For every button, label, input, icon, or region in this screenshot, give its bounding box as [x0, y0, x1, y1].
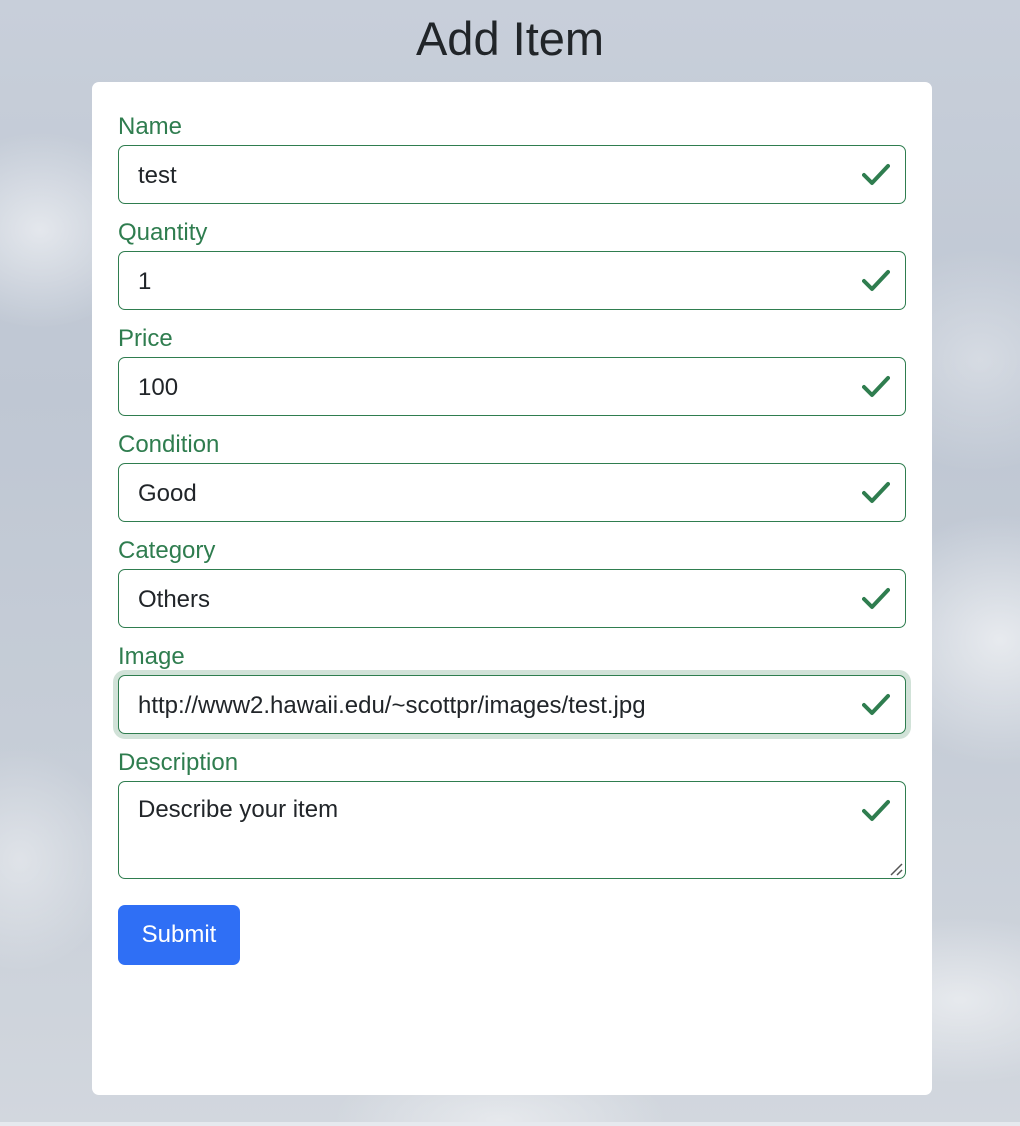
- name-input[interactable]: test: [118, 145, 906, 204]
- price-input-value: 100: [138, 374, 179, 401]
- quantity-label: Quantity: [118, 219, 208, 246]
- check-icon: [862, 376, 890, 397]
- add-item-form-card: Name test Quantity 1 Price 100 Condition…: [92, 82, 932, 1095]
- bottom-edge: [0, 1122, 1020, 1126]
- price-input[interactable]: 100: [118, 357, 906, 416]
- quantity-field-group: Quantity 1: [118, 218, 906, 310]
- image-label: Image: [118, 643, 185, 670]
- name-input-value: test: [138, 162, 177, 189]
- price-label: Price: [118, 325, 173, 352]
- category-field-group: Category Others: [118, 536, 906, 628]
- category-select[interactable]: Others: [118, 569, 906, 628]
- submit-button[interactable]: Submit: [118, 905, 240, 965]
- check-icon: [862, 482, 890, 503]
- page-title: Add Item: [415, 12, 605, 65]
- condition-field-group: Condition Good: [118, 430, 906, 522]
- check-icon: [862, 164, 890, 185]
- image-field-group: Image http://www2.hawaii.edu/~scottpr/im…: [118, 642, 906, 734]
- name-field-group: Name test: [118, 112, 906, 204]
- condition-select-value: Good: [138, 480, 197, 507]
- description-placeholder: Describe your item: [138, 796, 339, 823]
- category-label: Category: [118, 537, 216, 564]
- resize-handle-icon[interactable]: [887, 860, 903, 876]
- description-label: Description: [118, 749, 239, 776]
- condition-label: Condition: [118, 431, 220, 458]
- image-url-input[interactable]: http://www2.hawaii.edu/~scottpr/images/t…: [118, 675, 906, 734]
- condition-select[interactable]: Good: [118, 463, 906, 522]
- name-label: Name: [118, 113, 183, 140]
- check-icon: [862, 588, 890, 609]
- category-select-value: Others: [138, 586, 211, 613]
- quantity-input-value: 1: [138, 268, 152, 295]
- description-field-group: Description Describe your item: [118, 748, 906, 879]
- description-textarea[interactable]: Describe your item: [118, 781, 906, 879]
- check-icon: [862, 800, 890, 821]
- check-icon: [862, 694, 890, 715]
- image-url-input-value: http://www2.hawaii.edu/~scottpr/images/t…: [138, 692, 646, 719]
- price-field-group: Price 100: [118, 324, 906, 416]
- check-icon: [862, 270, 890, 291]
- quantity-input[interactable]: 1: [118, 251, 906, 310]
